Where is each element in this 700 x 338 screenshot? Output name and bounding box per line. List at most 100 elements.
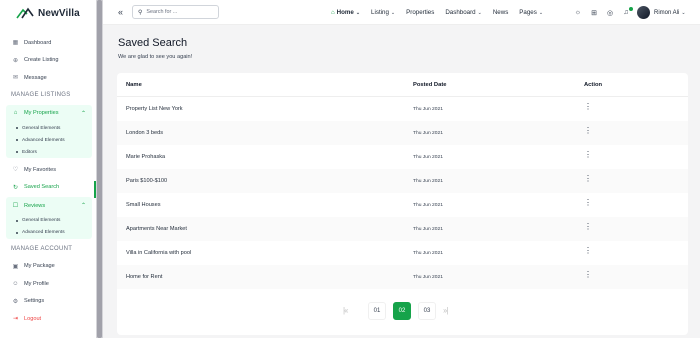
row-date: Thu Jun 2021 (413, 179, 443, 184)
chevron-down-icon[interactable]: ⌄ (681, 10, 685, 16)
submenu-label: Advanced Elements (22, 137, 65, 143)
page-button-current[interactable]: 02 (393, 302, 411, 320)
submenu-item[interactable]: General Elements (16, 122, 92, 134)
sidebar-item-reviews[interactable]: ☐ Reviews ⌃ (6, 197, 92, 215)
more-options-icon[interactable]: ⋮ (584, 151, 592, 159)
chevron-down-icon: ⌄ (477, 9, 482, 16)
top-header: « ⚲ ⌂ Home ⌄ Listing ⌄ Properties Dashbo… (103, 0, 700, 25)
gear-icon: ⚙ (12, 298, 19, 305)
sidebar-group-my-properties: ⌂ My Properties ⌃ General Elements Advan… (6, 104, 92, 158)
last-page-icon[interactable]: ››| (443, 306, 449, 315)
topnav-pages[interactable]: Pages ⌄ (519, 9, 543, 16)
table-row: Small Houses Thu Jun 2021 ⋮ (117, 193, 688, 217)
row-name: London 3 beds (126, 130, 164, 136)
sidebar-item-label: Dashboard (24, 39, 52, 46)
pagination: |‹‹ 01 02 03 ››| (117, 302, 688, 322)
support-icon[interactable]: ◎ (605, 8, 615, 18)
topnav-home[interactable]: ⌂ Home ⌄ (331, 9, 360, 16)
row-name: Paris $100-$100 (126, 178, 168, 184)
search-icon: ⚲ (138, 9, 143, 16)
more-options-icon[interactable]: ⋮ (584, 103, 592, 111)
first-page-icon[interactable]: |‹‹ (343, 306, 349, 315)
logout-icon: ⇥ (12, 316, 19, 323)
chevron-down-icon: ⌄ (390, 9, 396, 16)
collapse-sidebar-icon[interactable]: « (118, 7, 123, 17)
submenu-label: Advanced Elements (22, 230, 65, 235)
submenu-label: General Elements (22, 125, 61, 131)
row-date: Thu Jun 2021 (413, 227, 443, 232)
table-row: Paris $100-$100 Thu Jun 2021 ⋮ (117, 169, 688, 193)
submenu-label: General Elements (22, 218, 61, 223)
more-options-icon[interactable]: ⋮ (584, 223, 592, 231)
sidebar-item-my-profile[interactable]: ☺ My Profile (6, 275, 92, 293)
user-icon: ☺ (12, 280, 19, 287)
sidebar-item-label: Message (24, 74, 47, 81)
submenu-item[interactable]: General Elements (16, 215, 92, 227)
bullet-icon (16, 127, 18, 129)
submenu-item[interactable]: Advanced Elements (16, 134, 92, 146)
house-logo-icon (16, 7, 34, 19)
more-options-icon[interactable]: ⋮ (584, 127, 592, 135)
avatar[interactable] (637, 6, 650, 19)
dashboard-icon: ▦ (12, 40, 19, 47)
row-date: Thu Jun 2021 (413, 131, 443, 136)
row-name: Marie Prohaska (126, 154, 166, 160)
user-name[interactable]: Rimon Ali (654, 10, 679, 16)
row-date: Thu Jun 2021 (413, 275, 443, 280)
sidebar-item-label: My Properties (24, 110, 59, 117)
more-options-icon[interactable]: ⋮ (584, 271, 592, 279)
notification-bell-icon[interactable]: ♫ (621, 6, 633, 18)
more-options-icon[interactable]: ⋮ (584, 199, 592, 207)
table-row: London 3 beds Thu Jun 2021 ⋮ (117, 121, 688, 145)
topnav-listing[interactable]: Listing ⌄ (371, 9, 395, 16)
sidebar-item-dashboard[interactable]: ▦ Dashboard (6, 34, 92, 52)
sidebar-item-create-listing[interactable]: ⊕ Create Listing (6, 52, 92, 70)
topnav-label: Home (336, 9, 354, 16)
sidebar-scrollbar-thumb[interactable] (97, 0, 102, 338)
page-button[interactable]: 03 (418, 302, 436, 320)
sidebar-item-label: Reviews (24, 202, 46, 209)
sidebar-item-my-favorites[interactable]: ♡ My Favorites (6, 161, 92, 179)
table-header: Name Posted Date Action (117, 73, 688, 97)
submenu-item[interactable]: Advanced Elements (16, 227, 92, 239)
sidebar-item-settings[interactable]: ⚙ Settings (6, 293, 92, 311)
sidebar-item-message[interactable]: ✉ Message (6, 69, 92, 87)
row-date: Thu Jun 2021 (413, 107, 443, 112)
theme-toggle-icon[interactable]: ☼ (573, 8, 583, 18)
search-input[interactable] (146, 9, 217, 15)
topnav-label: Listing (371, 9, 389, 16)
column-header-action: Action (584, 82, 603, 88)
submenu-item[interactable]: Editors (16, 146, 92, 158)
header-actions: ☼ ⊞ ◎ ♫ Rimon Ali ⌄ (573, 0, 686, 25)
topnav-dashboard[interactable]: Dashboard ⌄ (445, 9, 481, 16)
bullet-icon (16, 151, 18, 153)
row-date: Thu Jun 2021 (413, 203, 443, 208)
apps-grid-icon[interactable]: ⊞ (589, 8, 599, 18)
more-options-icon[interactable]: ⋮ (584, 175, 592, 183)
row-date: Thu Jun 2021 (413, 251, 443, 256)
page-button[interactable]: 01 (368, 302, 386, 320)
home-icon: ⌂ (13, 110, 18, 117)
topnav-news[interactable]: News (493, 9, 508, 16)
sidebar-item-label: My Package (24, 263, 55, 270)
brand-logo[interactable]: NewVilla (16, 6, 80, 20)
row-name: Apartments Near Market (126, 226, 187, 232)
row-name: Property List New York (126, 106, 183, 112)
submenu-label: Editors (22, 149, 37, 155)
saved-search-icon: ↻ (12, 184, 19, 191)
more-options-icon[interactable]: ⋮ (584, 247, 592, 255)
search-box[interactable]: ⚲ (132, 5, 219, 19)
row-name: Home for Rent (126, 274, 163, 280)
page-title: Saved Search (118, 37, 188, 49)
topnav-properties[interactable]: Properties (406, 9, 434, 16)
sidebar-item-saved-search[interactable]: ↻ Saved Search (6, 179, 92, 197)
sidebar-item-my-properties[interactable]: ⌂ My Properties ⌃ (6, 105, 92, 123)
sidebar-item-my-package[interactable]: ▣ My Package (6, 258, 92, 276)
sidebar-item-logout[interactable]: ⇥ Logout (6, 310, 92, 328)
plus-circle-icon: ⊕ (12, 57, 19, 64)
brand-name: NewVilla (38, 7, 80, 19)
saved-search-table: Name Posted Date Action Property List Ne… (117, 73, 688, 335)
table-row: Apartments Near Market Thu Jun 2021 ⋮ (117, 217, 688, 241)
table-row: Villa in California with pool Thu Jun 202… (117, 241, 688, 265)
row-date: Thu Jun 2021 (413, 155, 443, 160)
